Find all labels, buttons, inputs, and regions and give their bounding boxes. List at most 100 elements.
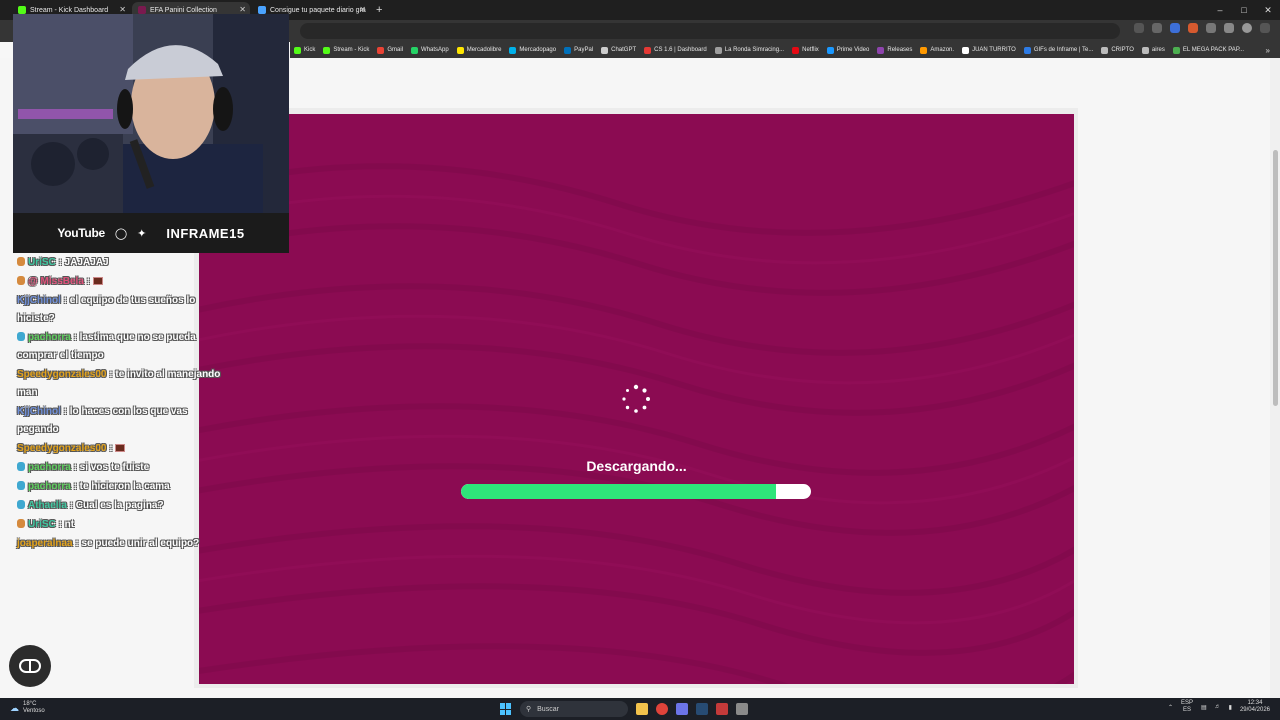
tab-favicon-icon: [18, 6, 26, 14]
weather-temp: 18°C: [23, 701, 37, 707]
bookmark-favicon-icon: [826, 46, 834, 54]
page-scrollbar[interactable]: [1270, 58, 1280, 698]
zoom-icon[interactable]: [1134, 23, 1144, 33]
app-icon[interactable]: [716, 703, 728, 715]
extension-icon[interactable]: [1206, 23, 1216, 33]
bookmark-item[interactable]: Gmail: [377, 46, 403, 54]
twitter-icon: ✦: [137, 227, 147, 240]
menu-icon[interactable]: [1260, 23, 1270, 33]
chat-message: @ MissBela :: [17, 273, 227, 291]
discord-icon[interactable]: [676, 703, 688, 715]
bookmark-item[interactable]: Kick: [294, 46, 316, 54]
battery-icon[interactable]: ▮: [1229, 704, 1232, 711]
bookmark-label: PayPal: [574, 47, 594, 53]
bookmark-item[interactable]: La Ronda Simracing...: [714, 46, 784, 54]
game-canvas[interactable]: Descargando...: [199, 114, 1074, 684]
webcam-feed: [13, 14, 289, 213]
chat-message: pachorra : si vos te fuiste: [17, 459, 227, 477]
bookmark-item[interactable]: EL MEGA PACK PAP...: [1172, 46, 1244, 54]
bookmark-item[interactable]: Prime Video: [826, 46, 869, 54]
tab-close-icon[interactable]: ✕: [119, 5, 126, 14]
bookmark-item[interactable]: Stream - Kick: [323, 46, 369, 54]
bookmark-item[interactable]: Netflix: [792, 46, 819, 54]
bookmark-label: Kick: [304, 47, 316, 53]
minimize-icon[interactable]: –: [1208, 0, 1232, 20]
chat-text: : Cual es la pagina?: [69, 500, 164, 511]
chrome-icon[interactable]: [656, 703, 668, 715]
chat-message: KjjChinol : lo haces con los que vas peg…: [17, 403, 227, 439]
bookmark-item[interactable]: JUAN TURRITO: [962, 46, 1016, 54]
bookmark-favicon-icon: [564, 46, 572, 54]
chat-username: KjjChinol: [17, 406, 61, 417]
clock-date: 29/04/2026: [1239, 707, 1270, 713]
tab-close-icon[interactable]: ✕: [239, 5, 246, 14]
language-indicator[interactable]: ESP ES: [1181, 700, 1193, 714]
weather-widget[interactable]: ☁ 18°C Ventoso: [10, 701, 45, 715]
new-tab-button[interactable]: +: [376, 4, 382, 16]
bookmarks-bar: Kick Stream - Kick Gmail WhatsApp Mercadolib…: [290, 42, 1280, 58]
window-controls: – □ ✕: [1208, 0, 1280, 20]
bookmark-item[interactable]: CRIPTO: [1101, 46, 1134, 54]
bookmark-item[interactable]: WhatsApp: [411, 46, 449, 54]
chat-emote-icon: [92, 277, 103, 285]
clock-time: 12:34: [1247, 700, 1263, 706]
bookmark-favicon-icon: [377, 46, 385, 54]
bookmark-favicon-icon: [601, 46, 609, 54]
chat-text: :: [109, 443, 113, 454]
bookmark-item[interactable]: ChatGPT: [601, 46, 636, 54]
maximize-icon[interactable]: □: [1232, 0, 1256, 20]
chat-message: UriSC : nt: [17, 516, 227, 534]
chat-username: joaperalnaa: [17, 538, 73, 549]
scrollbar-thumb[interactable]: [1273, 150, 1278, 406]
chat-username: Speedygonzales00: [17, 443, 107, 454]
bookmark-item[interactable]: Mercadolibre: [456, 46, 502, 54]
webcam-image: [13, 14, 289, 213]
bookmark-item[interactable]: Mercadopago: [509, 46, 556, 54]
weather-desc: Ventoso: [23, 708, 45, 714]
chat-message: KjjChinol : el equipo de tus sueños lo h…: [17, 292, 227, 328]
bookmark-label: Mercadolibre: [466, 47, 502, 53]
floating-action-button[interactable]: [9, 645, 51, 687]
lang-code: ESP: [1180, 700, 1193, 706]
chevron-up-icon[interactable]: ⌃: [1168, 704, 1173, 711]
puzzle-icon[interactable]: [1224, 23, 1234, 33]
windows-start-icon[interactable]: [500, 703, 512, 715]
instagram-icon: ◯: [114, 227, 128, 240]
explorer-icon[interactable]: [636, 703, 648, 715]
bookmark-label: Netflix: [802, 47, 819, 53]
extension-icon[interactable]: [1170, 23, 1180, 33]
close-window-icon[interactable]: ✕: [1256, 0, 1280, 20]
bookmark-item[interactable]: GIFs de Inframe | Te...: [1023, 46, 1093, 54]
profile-avatar[interactable]: [1242, 23, 1252, 33]
taskbar-search[interactable]: ⚲ Buscar: [520, 701, 628, 717]
address-bar[interactable]: [300, 23, 1120, 39]
chat-message: Athaelia : Cual es la pagina?: [17, 497, 227, 515]
tab-favicon-icon: [258, 6, 266, 14]
system-tray: ⌃ ESP ES ▤ ♬ ▮ 12:34 29/04/2026: [1168, 700, 1270, 714]
chat-message: Speedygonzales00 :: [17, 440, 227, 458]
bookmark-item[interactable]: aires: [1141, 46, 1165, 54]
steam-icon[interactable]: [696, 703, 708, 715]
tab-title: Consigue tu paquete diario gra: [270, 6, 366, 14]
taskbar-clock[interactable]: 12:34 29/04/2026: [1240, 700, 1270, 714]
network-icon[interactable]: ▤: [1201, 704, 1207, 711]
tab-close-icon[interactable]: ✕: [359, 5, 366, 14]
star-icon[interactable]: [1152, 23, 1162, 33]
bookmark-item[interactable]: PayPal: [564, 46, 594, 54]
taskbar-apps: ⚲ Buscar: [500, 701, 748, 717]
more-bookmarks-icon[interactable]: »: [1266, 46, 1280, 55]
bookmark-favicon-icon: [509, 46, 517, 54]
chat-text: :: [86, 276, 91, 287]
bookmark-item[interactable]: Releases: [877, 46, 913, 54]
chat-text: : se puede unir al equipo?: [75, 538, 200, 549]
extension-icon[interactable]: [1188, 23, 1198, 33]
bookmark-favicon-icon: [962, 46, 970, 54]
search-placeholder: Buscar: [537, 705, 559, 713]
bookmark-item[interactable]: Amazon.: [920, 46, 954, 54]
bookmark-item[interactable]: CS 1.6 | Dashboard: [644, 46, 707, 54]
chat-badge-icon: [17, 519, 25, 528]
bookmark-favicon-icon: [644, 46, 652, 54]
app-icon[interactable]: [736, 703, 748, 715]
volume-icon[interactable]: ♬: [1215, 704, 1221, 710]
bookmark-label: Releases: [887, 47, 913, 53]
